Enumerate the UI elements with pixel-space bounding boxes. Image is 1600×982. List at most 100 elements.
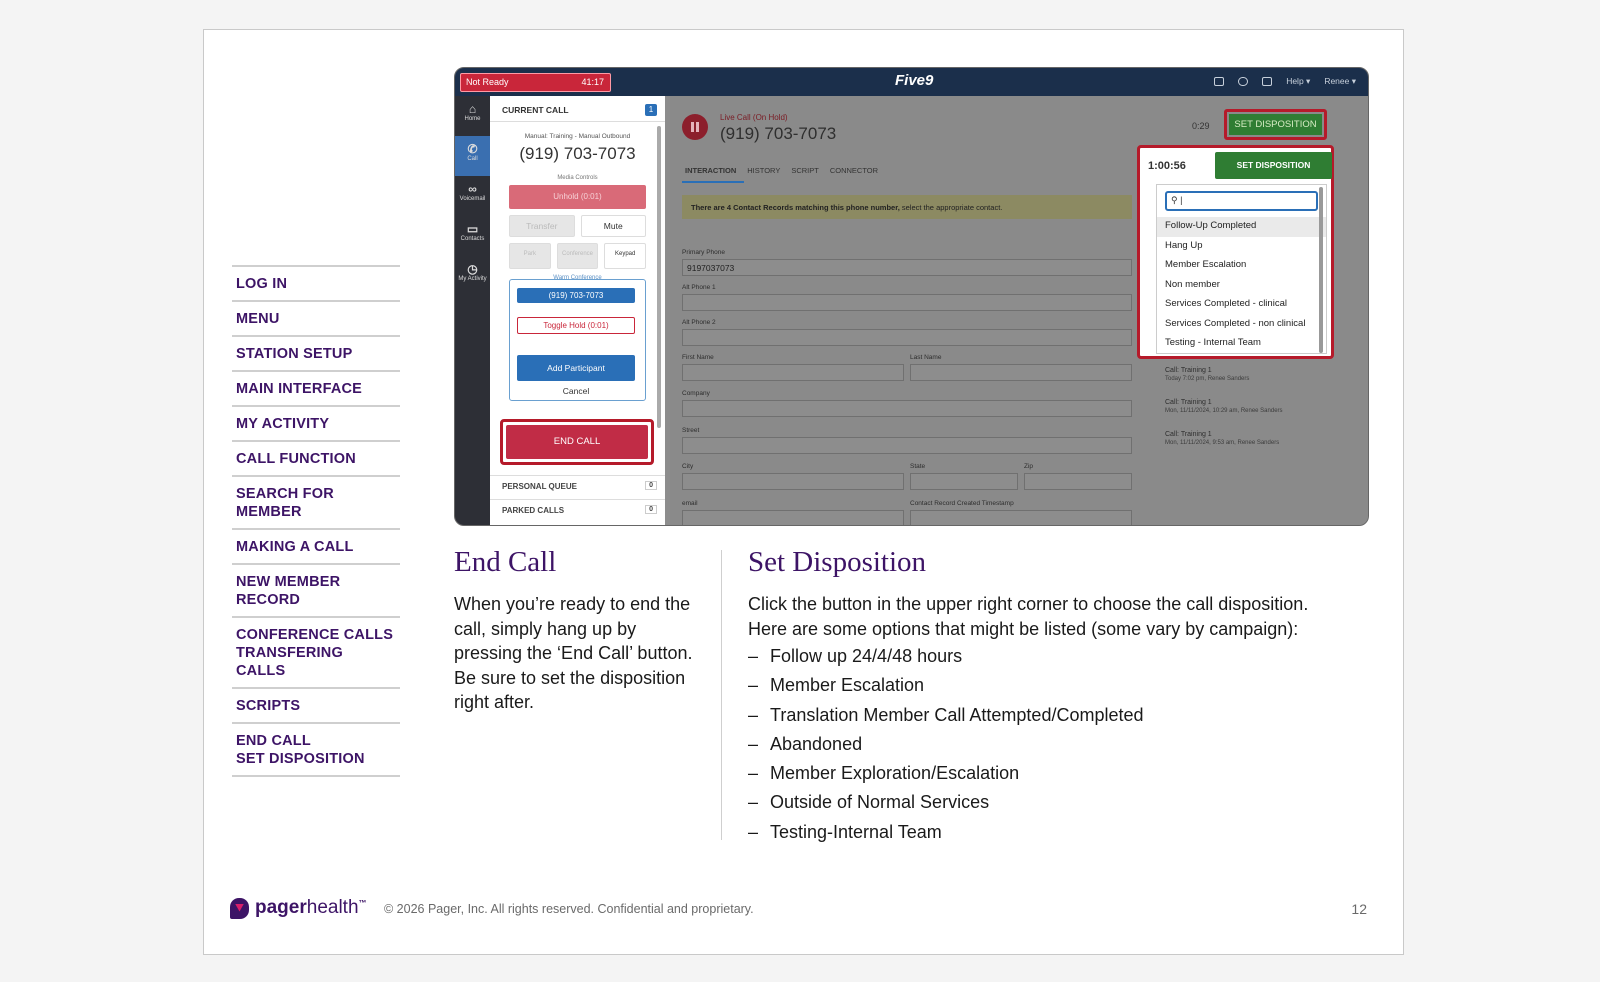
email-field[interactable]: [682, 510, 904, 525]
disposition-options-list: Follow up 24/4/48 hours Member Escalatio…: [748, 644, 1144, 849]
chat-icon[interactable]: [1238, 77, 1249, 86]
app-topbar: Not Ready 41:17 Five9 Help ▾ Renee ▾: [455, 68, 1368, 96]
street-field[interactable]: [682, 437, 1132, 454]
list-item: Member Exploration/Escalation: [748, 761, 1144, 790]
list-item: Testing-Internal Team: [748, 820, 1144, 849]
tab-connector[interactable]: CONNECTOR: [827, 166, 886, 183]
disposition-dropdown-highlight: 1:00:56 SET DISPOSITION ⚲ | Follow-Up Co…: [1137, 145, 1334, 359]
disposition-option[interactable]: Services Completed - clinical: [1157, 295, 1326, 315]
parked-calls-row[interactable]: PARKED CALLS 0: [490, 499, 665, 519]
nav-item-log-in[interactable]: LOG IN: [232, 265, 400, 300]
sidebar-item-contacts[interactable]: ▭ Contacts: [455, 216, 490, 256]
nav-item-call-function[interactable]: CALL FUNCTION: [232, 440, 400, 475]
end-call-highlight: END CALL: [500, 419, 654, 465]
sidebar-item-my-activity[interactable]: ◷ My Activity: [455, 256, 490, 296]
tab-script[interactable]: SCRIPT: [788, 166, 827, 183]
sidebar-item-home[interactable]: ⌂ Home: [455, 96, 490, 136]
recent-call-item[interactable]: Call: Training 1 Mon, 11/11/2024, 9:53 am…: [1165, 431, 1279, 446]
media-controls-label: Media Controls: [557, 175, 598, 181]
current-call-header: CURRENT CALL: [490, 96, 665, 122]
slide-page: LOG IN MENU STATION SETUP MAIN INTERFACE…: [203, 29, 1404, 955]
first-name-field[interactable]: [682, 364, 904, 381]
nav-item-station-setup[interactable]: STATION SETUP: [232, 335, 400, 370]
list-item: Outside of Normal Services: [748, 790, 1144, 819]
park-button[interactable]: Park: [509, 243, 551, 269]
nav-item-search-for-member[interactable]: SEARCH FOR MEMBER: [232, 475, 400, 528]
dropdown-scrollbar[interactable]: [1319, 187, 1323, 353]
alt-phone-2-field[interactable]: [682, 329, 1132, 346]
status-timer: 41:17: [581, 77, 604, 87]
list-item: Abandoned: [748, 732, 1144, 761]
created-timestamp-field[interactable]: [910, 510, 1132, 525]
page-number: 12: [1351, 901, 1367, 917]
recent-call-item[interactable]: Call: Training 1 Today 7:02 pm, Renee San…: [1165, 367, 1249, 382]
nav-item-scripts[interactable]: SCRIPTS: [232, 687, 400, 722]
disposition-dropdown: ⚲ | Follow-Up Completed Hang Up Member E…: [1156, 184, 1327, 354]
disposition-option[interactable]: Non member: [1157, 276, 1326, 296]
interaction-area: Live Call (On Hold) (919) 703-7073 0:29 …: [670, 96, 1368, 525]
zip-field[interactable]: [1024, 473, 1132, 490]
hold-icon: [682, 114, 708, 140]
keypad-button[interactable]: Keypad: [604, 243, 647, 269]
add-participant-button[interactable]: Add Participant: [517, 355, 635, 381]
list-item: Follow up 24/4/48 hours: [748, 644, 1144, 673]
user-menu[interactable]: Renee ▾: [1324, 76, 1356, 87]
status-dropdown[interactable]: Not Ready 41:17: [460, 73, 611, 92]
city-label: City: [682, 463, 694, 470]
park-conf-keypad-row: Park Conference Keypad: [509, 243, 647, 269]
email-label: email: [682, 500, 698, 507]
interaction-tabs: INTERACTION HISTORY SCRIPT CONNECTOR: [682, 166, 886, 183]
tab-interaction[interactable]: INTERACTION: [682, 166, 745, 183]
set-disposition-dropdown-button[interactable]: SET DISPOSITION: [1215, 152, 1332, 179]
created-timestamp-label: Contact Record Created Timestamp: [910, 500, 1014, 507]
primary-phone-field[interactable]: 9197037073: [682, 259, 1132, 276]
help-menu[interactable]: Help ▾: [1286, 76, 1310, 87]
last-name-field[interactable]: [910, 364, 1132, 381]
disposition-option[interactable]: Testing - Internal Team: [1157, 334, 1326, 354]
end-call-body: When you’re ready to end the call, simpl…: [454, 594, 693, 712]
disposition-option[interactable]: Follow-Up Completed: [1157, 217, 1326, 237]
unhold-button[interactable]: Unhold (0:01): [509, 185, 646, 209]
conference-button[interactable]: Conference: [556, 243, 599, 269]
end-call-button[interactable]: END CALL: [506, 425, 648, 459]
personal-queue-label: PERSONAL QUEUE: [502, 482, 577, 491]
disposition-timer: 1:00:56: [1148, 160, 1186, 172]
list-item: Translation Member Call Attempted/Comple…: [748, 703, 1144, 732]
call-type-label: Manual: Training - Manual Outbound: [524, 133, 631, 140]
city-field[interactable]: [682, 473, 904, 490]
transfer-button[interactable]: Transfer: [509, 215, 575, 237]
nav-item-menu[interactable]: MENU: [232, 300, 400, 335]
toggle-hold-button[interactable]: Toggle Hold (0:01): [517, 317, 635, 334]
phone-icon: ✆: [467, 142, 478, 156]
nav-item-main-interface[interactable]: MAIN INTERFACE: [232, 370, 400, 405]
calendar-icon[interactable]: [1262, 77, 1273, 86]
parked-calls-count: 0: [645, 505, 657, 514]
last-name-label: Last Name: [910, 354, 942, 361]
mute-button[interactable]: Mute: [580, 215, 646, 237]
call-panel-scrollbar[interactable]: [657, 126, 661, 428]
sidebar-item-call[interactable]: ✆ Call: [455, 136, 490, 176]
sidebar-item-voicemail[interactable]: ∞ Voicemail: [455, 176, 490, 216]
nav-item-new-member-record[interactable]: NEW MEMBER RECORD: [232, 563, 400, 616]
disposition-option[interactable]: Hang Up: [1157, 237, 1326, 257]
disposition-option[interactable]: Member Escalation: [1157, 256, 1326, 276]
book-icon[interactable]: [1214, 77, 1225, 86]
set-disposition-body: Click the button in the upper right corn…: [748, 594, 1309, 639]
alt-phone-1-field[interactable]: [682, 294, 1132, 311]
nav-item-making-a-call[interactable]: MAKING A CALL: [232, 528, 400, 563]
cancel-button[interactable]: Cancel: [517, 386, 635, 396]
recent-call-item[interactable]: Call: Training 1 Mon, 11/11/2024, 10:29 a…: [1165, 399, 1283, 414]
company-field[interactable]: [682, 400, 1132, 417]
folder-icon: ▭: [466, 222, 479, 236]
nav-item-my-activity[interactable]: MY ACTIVITY: [232, 405, 400, 440]
call-timer: 0:29: [1192, 121, 1210, 131]
disposition-search-input[interactable]: ⚲ |: [1165, 191, 1318, 211]
nav-item-end-call[interactable]: END CALL SET DISPOSITION: [232, 722, 400, 777]
disposition-option[interactable]: Services Completed - non clinical: [1157, 315, 1326, 335]
state-field[interactable]: [910, 473, 1018, 490]
personal-queue-row[interactable]: PERSONAL QUEUE 0: [490, 475, 665, 495]
tab-history[interactable]: HISTORY: [744, 166, 788, 183]
nav-item-conference-calls[interactable]: CONFERENCE CALLS TRANSFERING CALLS: [232, 616, 400, 687]
set-disposition-button[interactable]: SET DISPOSITION: [1229, 114, 1322, 135]
zip-label: Zip: [1024, 463, 1034, 470]
